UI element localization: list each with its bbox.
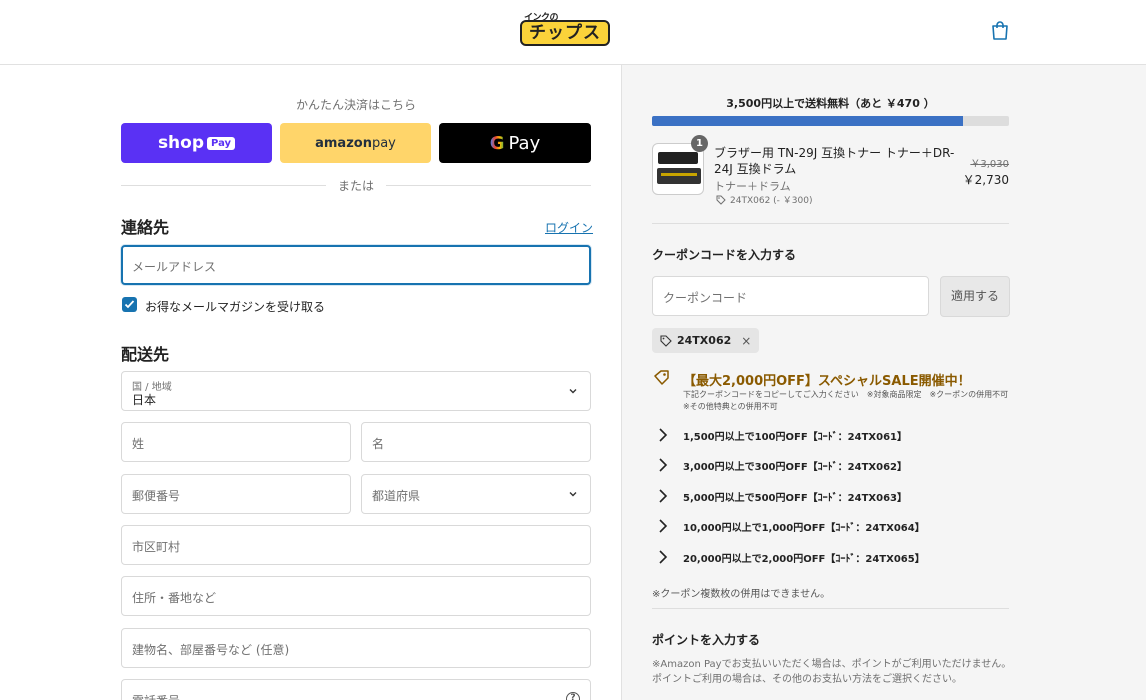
summary-divider: [652, 608, 1009, 609]
address-field[interactable]: 住所・番地など: [121, 576, 591, 616]
tag-icon: [716, 195, 726, 205]
shipping-heading: 配送先: [121, 345, 170, 364]
prefecture-placeholder: 都道府県: [372, 489, 421, 503]
building-field[interactable]: 建物名、部屋番号など (任意): [121, 628, 591, 668]
phone-field[interactable]: 電話番号 ?: [121, 679, 591, 700]
amazon-pay-suffix: pay: [371, 135, 396, 151]
logo-wordmark: チップス: [520, 20, 610, 46]
country-value: 日本: [132, 393, 157, 407]
promo-row: 20,000円以上で2,000円OFF【ｺｰﾄﾞ：24TX065】: [655, 547, 1015, 567]
points-note: ※Amazon Payでお支払いいただく場合は、ポイントがご利用いただけません。…: [652, 659, 1012, 685]
points-heading: ポイントを入力する: [652, 633, 761, 647]
shop-pay-button[interactable]: shop Pay: [121, 123, 272, 163]
amazon-pay-button[interactable]: amazon pay: [280, 123, 431, 163]
coupon-input[interactable]: クーポンコード: [652, 276, 929, 316]
express-checkout-label: かんたん決済はこちら: [295, 98, 416, 112]
email-placeholder: メールアドレス: [132, 260, 217, 274]
free-shipping-text: 3,500円以上で送料無料（あと ￥470 ）: [726, 97, 935, 110]
promo-row: 10,000円以上で1,000円OFF【ｺｰﾄﾞ：24TX064】: [655, 516, 1015, 536]
product-name: ブラザー用 TN-29J 互換トナー トナー＋DR-24J 互換ドラム: [714, 146, 955, 176]
free-shipping-progress: [652, 116, 1009, 126]
promo-row: 3,000円以上で300円OFF【ｺｰﾄﾞ：24TX062】: [655, 455, 1015, 475]
phone-placeholder: 電話番号: [132, 692, 180, 700]
apply-coupon-button[interactable]: 適用する: [940, 276, 1010, 317]
coupon-heading: クーポンコードを入力する: [652, 248, 797, 262]
price-final: ￥2,730: [962, 173, 1009, 187]
shop-pay-badge: Pay: [207, 136, 236, 150]
promo-row-text: 5,000円以上で500円OFF【ｺｰﾄﾞ：24TX063】: [683, 493, 907, 504]
or-divider: または: [121, 177, 591, 193]
newsletter-label: お得なメールマガジンを受け取る: [145, 300, 326, 314]
postal-code-placeholder: 郵便番号: [132, 489, 181, 503]
last-name-field[interactable]: 姓: [121, 422, 351, 462]
promo-title: 【最大2,000円OFF】スペシャルSALE開催中！: [683, 374, 971, 389]
first-name-placeholder: 名: [372, 437, 385, 451]
address-placeholder: 住所・番地など: [132, 591, 217, 605]
contact-heading: 連絡先: [121, 218, 170, 237]
promo-note: 下記クーポンコードをコピーしてご入力ください ※対象商品限定 ※クーポンの併用不…: [683, 390, 1017, 411]
progress-fill: [652, 116, 963, 126]
product-variant: トナー＋ドラム: [714, 180, 791, 193]
building-placeholder: 建物名、部屋番号など (任意): [132, 643, 290, 657]
site-logo[interactable]: インクの チップス: [520, 10, 612, 48]
chevron-right-icon: [659, 519, 668, 533]
applied-coupon-code: 24TX062: [677, 334, 732, 347]
last-name-placeholder: 姓: [132, 437, 145, 451]
promo-tag-icon: [654, 370, 669, 385]
promo-row: 1,500円以上で100円OFF【ｺｰﾄﾞ：24TX061】: [655, 425, 1015, 445]
remove-coupon-icon[interactable]: ×: [741, 334, 751, 348]
country-select[interactable]: 国 / 地域 日本: [121, 371, 591, 411]
email-field[interactable]: メールアドレス: [121, 245, 591, 285]
coupon-placeholder: クーポンコード: [663, 291, 748, 305]
chevron-right-icon: [659, 550, 668, 564]
first-name-field[interactable]: 名: [361, 422, 591, 462]
chevron-down-icon: [569, 389, 577, 394]
quantity-badge: 1: [691, 135, 708, 152]
postal-code-field[interactable]: 郵便番号: [121, 474, 351, 514]
site-header: インクの チップス: [0, 0, 1146, 65]
city-field[interactable]: 市区町村: [121, 525, 591, 565]
product-discount-text: 24TX062 (- ￥300): [730, 196, 813, 206]
or-label: または: [337, 179, 374, 193]
google-pay-text: Pay: [508, 132, 541, 154]
product-discount: 24TX062 (- ￥300): [716, 193, 812, 206]
promo-row-text: 20,000円以上で2,000円OFF【ｺｰﾄﾞ：24TX065】: [683, 554, 925, 565]
applied-coupon-chip: 24TX062 ×: [652, 328, 760, 353]
help-icon[interactable]: ?: [566, 692, 580, 700]
price-original: ￥3,030: [970, 159, 1009, 170]
login-link[interactable]: ログイン: [545, 219, 593, 236]
coupon-multi-note: ※クーポン複数枚の併用はできません。: [652, 589, 831, 600]
promo-row-text: 1,500円以上で100円OFF【ｺｰﾄﾞ：24TX061】: [683, 432, 907, 443]
chevron-right-icon: [659, 428, 668, 442]
shop-pay-text: shop: [157, 133, 205, 153]
shopping-bag-icon[interactable]: [991, 20, 1009, 40]
google-pay-button[interactable]: G Pay: [439, 123, 591, 163]
google-g-icon: G: [489, 132, 505, 154]
tag-icon: [660, 334, 672, 347]
chevron-down-icon: [569, 492, 577, 497]
promo-row: 5,000円以上で500円OFF【ｺｰﾄﾞ：24TX063】: [655, 486, 1015, 506]
check-icon: [124, 300, 135, 309]
newsletter-checkbox[interactable]: [122, 297, 137, 312]
chevron-right-icon: [659, 489, 668, 503]
amazon-pay-brand: amazon: [315, 135, 372, 151]
promo-row-text: 3,000円以上で300円OFF【ｺｰﾄﾞ：24TX062】: [683, 462, 907, 473]
promo-row-text: 10,000円以上で1,000円OFF【ｺｰﾄﾞ：24TX064】: [683, 523, 925, 534]
city-placeholder: 市区町村: [132, 540, 181, 554]
chevron-right-icon: [659, 458, 668, 472]
summary-divider: [652, 223, 1009, 224]
prefecture-select[interactable]: 都道府県: [361, 474, 591, 514]
